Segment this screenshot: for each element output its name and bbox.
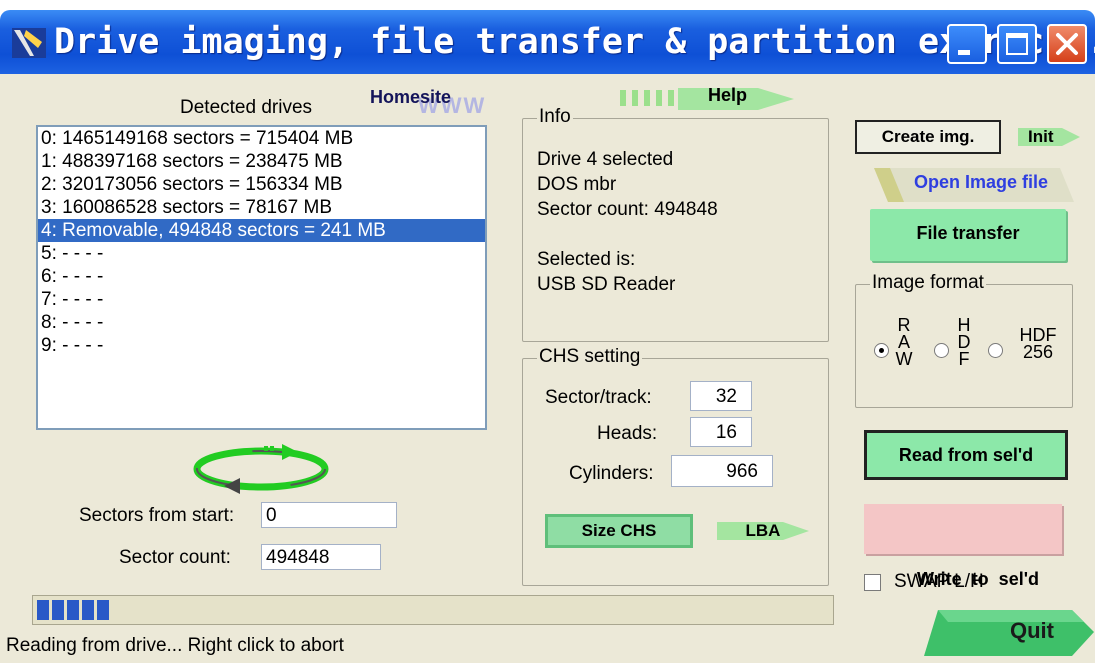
drive-list-item[interactable]: 5: - - - - (38, 242, 485, 265)
info-title: Info (537, 106, 573, 128)
size-chs-button[interactable]: Size CHS (545, 514, 693, 548)
drive-list-item[interactable]: 2: 320173056 sectors = 156334 MB (38, 173, 485, 196)
sector-track-field[interactable]: 32 (690, 381, 752, 411)
cylinders-field[interactable]: 966 (671, 455, 773, 487)
swap-checkbox[interactable] (864, 574, 881, 591)
image-format-title: Image format (870, 272, 986, 294)
status-text: Reading from drive... Right click to abo… (6, 635, 344, 656)
drive-list-item[interactable]: 0: 1465149168 sectors = 715404 MB (38, 127, 485, 150)
write-to-selected-button[interactable]: Write to sel'd (864, 504, 1062, 589)
chs-title: CHS setting (537, 346, 643, 368)
sectors-from-start-label: Sectors from start: (79, 505, 235, 526)
info-text: Drive 4 selected DOS mbr Sector count: 494… (537, 147, 718, 297)
drive-list[interactable]: 0: 1465149168 sectors = 715404 MB 1: 4883… (36, 125, 487, 430)
drive-list-item[interactable]: 4: Removable, 494848 sectors = 241 MB (38, 219, 485, 242)
lba-button[interactable]: LBA (713, 514, 813, 548)
window-title: Drive imaging, file transfer & partition… (54, 22, 1095, 62)
cylinders-label: Cylinders: (569, 463, 654, 484)
help-label: Help (708, 85, 748, 105)
info-line: Selected is: (537, 249, 636, 270)
quit-button[interactable]: Quit (924, 604, 1094, 660)
quit-label: Quit (1010, 618, 1054, 643)
swap-label: SWAP L/H (894, 571, 984, 592)
drive-list-item[interactable]: 8: - - - - (38, 311, 485, 334)
file-transfer-button[interactable]: File transfer (870, 209, 1066, 261)
heads-label: Heads: (597, 423, 658, 444)
application-window: Drive imaging, file transfer & partition… (0, 0, 1095, 663)
create-image-label: Create img. (881, 127, 975, 146)
sector-count-field[interactable]: 494848 (261, 544, 381, 570)
client-area: Detected drives 0: 1465149168 sectors = … (0, 74, 1095, 663)
close-button[interactable] (1047, 24, 1087, 64)
lba-label: LBA (745, 521, 781, 540)
minimize-button[interactable] (947, 24, 987, 64)
radio-hdf256[interactable] (988, 343, 1003, 358)
drive-list-item[interactable]: 7: - - - - (38, 288, 485, 311)
radio-raw-label: RAW (895, 315, 913, 369)
open-image-file-button[interactable]: Open Image file (868, 158, 1074, 208)
drive-list-item[interactable]: 1: 488397168 sectors = 238475 MB (38, 150, 485, 173)
drive-list-item[interactable]: 3: 160086528 sectors = 78167 MB (38, 196, 485, 219)
info-line: Drive 4 selected (537, 149, 674, 170)
radio-hdf256-label: HDF 256 (1019, 325, 1057, 362)
info-line (537, 222, 718, 247)
help-button[interactable]: Help (618, 82, 798, 116)
create-image-button[interactable]: Create img. (855, 120, 1001, 154)
app-icon[interactable] (12, 28, 46, 58)
refresh-drives-icon[interactable] (186, 440, 336, 498)
drive-list-item[interactable]: 6: - - - - (38, 265, 485, 288)
homesite-label: Homesite (370, 87, 452, 107)
info-line: Sector count: 494848 (537, 199, 718, 220)
title-bar[interactable]: Drive imaging, file transfer & partition… (0, 10, 1095, 74)
read-from-selected-label: Read from sel'd (898, 445, 1034, 465)
sector-track-label: Sector/track: (545, 387, 652, 408)
read-from-selected-button[interactable]: Read from sel'd (864, 430, 1068, 480)
homesite-link[interactable]: WWW Homesite (370, 87, 510, 118)
radio-hdf[interactable] (934, 343, 949, 358)
open-image-label: Open Image file (914, 172, 1049, 192)
radio-hdf-label: HDF (957, 315, 971, 369)
detected-drives-label: Detected drives (180, 97, 313, 118)
info-line: USB SD Reader (537, 274, 676, 295)
sector-count-label: Sector count: (119, 547, 231, 568)
init-label: Init (1028, 127, 1054, 146)
file-transfer-label: File transfer (916, 223, 1020, 243)
image-format-groupbox: Image format RAW HDF HDF 256 (855, 272, 1073, 408)
radio-raw[interactable] (874, 343, 889, 358)
size-chs-label: Size CHS (581, 521, 657, 540)
init-button[interactable]: Init (1014, 120, 1084, 154)
info-line: DOS mbr (537, 174, 617, 195)
minimize-icon (958, 50, 970, 55)
chs-groupbox: CHS setting Sector/track: 32 Heads: 16 C… (522, 346, 829, 586)
heads-field[interactable]: 16 (690, 417, 752, 447)
quit-arrow-icon (924, 610, 1094, 656)
info-groupbox: Info Drive 4 selected DOS mbr Sector count… (522, 106, 829, 342)
maximize-icon (1006, 33, 1028, 55)
sectors-from-start-field[interactable]: 0 (261, 502, 397, 528)
maximize-button[interactable] (997, 24, 1037, 64)
drive-list-item[interactable]: 9: - - - - (38, 334, 485, 357)
close-icon (1056, 33, 1078, 55)
progress-fill (37, 600, 109, 620)
progress-bar (32, 595, 834, 625)
